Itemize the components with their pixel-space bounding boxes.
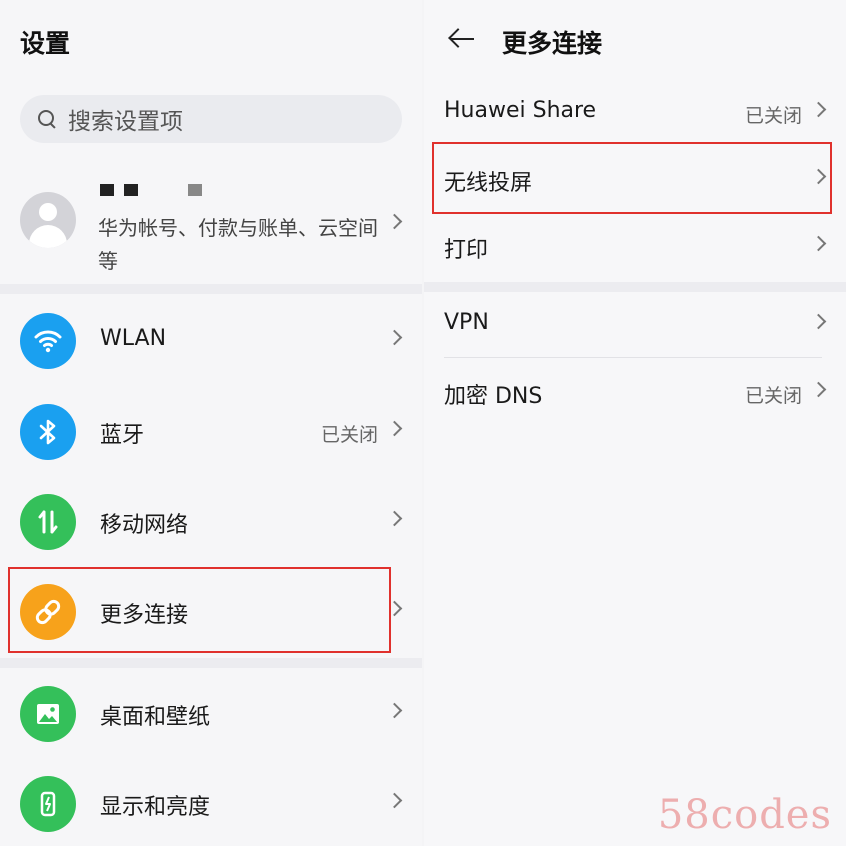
account-description: 华为帐号、付款与账单、云空间等 — [98, 216, 378, 273]
connection-item-label: Huawei Share — [444, 98, 597, 123]
settings-item-wallpaper[interactable]: 桌面和壁纸 — [0, 669, 422, 759]
connection-item-encrypted-dns[interactable]: 加密 DNS 已关闭 — [424, 358, 846, 426]
avatar — [20, 192, 76, 248]
watermark: 58codes — [657, 792, 832, 838]
connection-item-print[interactable]: 打印 — [424, 212, 846, 280]
highlight-box — [432, 142, 832, 214]
bluetooth-icon — [20, 404, 76, 460]
chevron-right-icon — [386, 420, 403, 437]
connection-item-label: 打印 — [444, 238, 489, 263]
status-value: 已关闭 — [320, 424, 378, 446]
chevron-right-icon — [386, 510, 403, 527]
status-value: 已关闭 — [744, 385, 802, 407]
brightness-icon — [20, 776, 76, 832]
settings-item-label: 移动网络 — [100, 513, 189, 538]
mobile-data-icon — [20, 494, 76, 550]
connection-item-label: 加密 DNS — [444, 384, 543, 409]
wallpaper-icon — [20, 686, 76, 742]
connection-item-label: VPN — [444, 310, 489, 335]
settings-item-mobile-network[interactable]: 移动网络 — [0, 477, 422, 567]
page-title: 更多连接 — [502, 29, 603, 58]
search-bar[interactable]: 搜索设置项 — [20, 95, 402, 143]
chevron-right-icon — [386, 702, 403, 719]
chevron-right-icon — [810, 235, 827, 252]
chevron-right-icon — [810, 313, 827, 330]
page-title: 设置 — [20, 29, 71, 58]
settings-item-wlan[interactable]: WLAN — [0, 296, 422, 386]
connection-item-vpn[interactable]: VPN — [424, 290, 846, 358]
settings-item-label: 蓝牙 — [100, 423, 145, 448]
status-value: 已关闭 — [744, 105, 802, 127]
account-name-redacted — [100, 184, 202, 198]
chevron-right-icon — [810, 101, 827, 118]
back-arrow-icon[interactable] — [448, 26, 478, 52]
chevron-right-icon — [386, 792, 403, 809]
chevron-right-icon — [386, 213, 403, 230]
search-placeholder: 搜索设置项 — [68, 109, 183, 135]
settings-item-display[interactable]: 显示和亮度 — [0, 759, 422, 846]
chevron-right-icon — [810, 381, 827, 398]
search-icon — [36, 108, 58, 130]
account-row[interactable]: 华为帐号、付款与账单、云空间等 — [0, 170, 422, 282]
more-connections-panel: 更多连接 Huawei Share 已关闭 无线投屏 打印 VPN 加密 DNS… — [424, 0, 846, 846]
settings-item-label: WLAN — [100, 326, 167, 351]
settings-item-bluetooth[interactable]: 蓝牙 已关闭 — [0, 387, 422, 477]
section-divider — [0, 658, 422, 668]
chevron-right-icon — [386, 329, 403, 346]
settings-item-label: 桌面和壁纸 — [100, 705, 211, 730]
connection-item-huawei-share[interactable]: Huawei Share 已关闭 — [424, 78, 846, 146]
settings-item-label: 显示和亮度 — [100, 795, 211, 820]
section-divider — [0, 284, 422, 294]
highlight-box — [8, 567, 391, 653]
settings-panel: 设置 搜索设置项 华为帐号、付款与账单、云空间等 WLAN 蓝牙 已关闭 移动网… — [0, 0, 422, 846]
wifi-icon — [20, 313, 76, 369]
